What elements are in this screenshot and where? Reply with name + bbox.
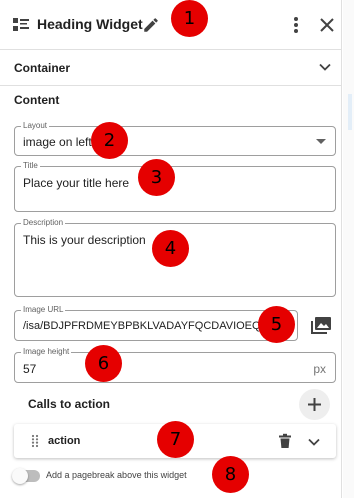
calls-to-action-label: Calls to action [28, 397, 111, 411]
annotation-marker: 3 [138, 159, 175, 196]
widget-settings-panel: Heading Widget Container Content Layout … [0, 0, 342, 498]
annotation-marker: 1 [171, 0, 208, 37]
image-url-value: /isa/BDJPFRDMEYBPBKLVADAYFQCDAVIOEQJ [23, 320, 267, 332]
chevron-down-icon [318, 60, 332, 74]
image-url-field[interactable]: Image URL /isa/BDJPFRDMEYBPBKLVADAYFQCDA… [14, 305, 298, 341]
call-to-action-label: action [48, 435, 81, 447]
panel-header: Heading Widget [0, 0, 342, 50]
panel-title: Heading Widget [37, 16, 143, 32]
chevron-down-icon[interactable] [307, 435, 321, 449]
title-label: Title [21, 161, 40, 171]
annotation-marker: 8 [212, 456, 249, 493]
annotation-marker: 6 [85, 345, 122, 382]
layout-value: image on left [23, 135, 92, 149]
annotation-marker: 7 [157, 421, 194, 458]
image-icon[interactable] [311, 317, 331, 335]
pagebreak-toggle[interactable] [12, 468, 40, 484]
image-height-field[interactable]: Image height 57 px [14, 347, 336, 383]
pagebreak-label: Add a pagebreak above this widget [46, 470, 187, 480]
annotation-marker: 2 [91, 122, 128, 159]
content-section-label: Content [14, 93, 60, 107]
plus-icon [306, 396, 323, 413]
dropdown-caret-icon [316, 139, 326, 144]
image-height-label: Image height [21, 347, 72, 357]
image-url-label: Image URL [21, 305, 66, 315]
canvas-edge [343, 0, 354, 498]
description-label: Description [21, 218, 66, 228]
container-section-label: Container [14, 61, 71, 75]
drag-handle-icon[interactable] [31, 434, 39, 448]
annotation-marker: 5 [258, 306, 295, 343]
image-height-value: 57 [23, 362, 37, 376]
layout-select[interactable]: Layout image on left [14, 121, 336, 156]
pencil-icon[interactable] [142, 16, 160, 34]
toggle-knob [12, 468, 28, 484]
close-icon[interactable] [317, 15, 337, 35]
add-call-to-action-button[interactable] [299, 389, 330, 420]
title-value: Place your title here [23, 176, 130, 190]
image-height-unit: px [313, 362, 326, 376]
widget-list-icon [13, 18, 29, 37]
more-vert-icon[interactable] [287, 15, 305, 35]
canvas-accent [348, 94, 352, 130]
container-section-toggle[interactable]: Container [0, 50, 342, 86]
layout-label: Layout [21, 121, 50, 131]
description-value: This is your description [23, 233, 146, 247]
annotation-marker: 4 [152, 230, 189, 267]
title-field[interactable]: Title Place your title here [14, 161, 336, 212]
trash-icon[interactable] [277, 433, 293, 449]
